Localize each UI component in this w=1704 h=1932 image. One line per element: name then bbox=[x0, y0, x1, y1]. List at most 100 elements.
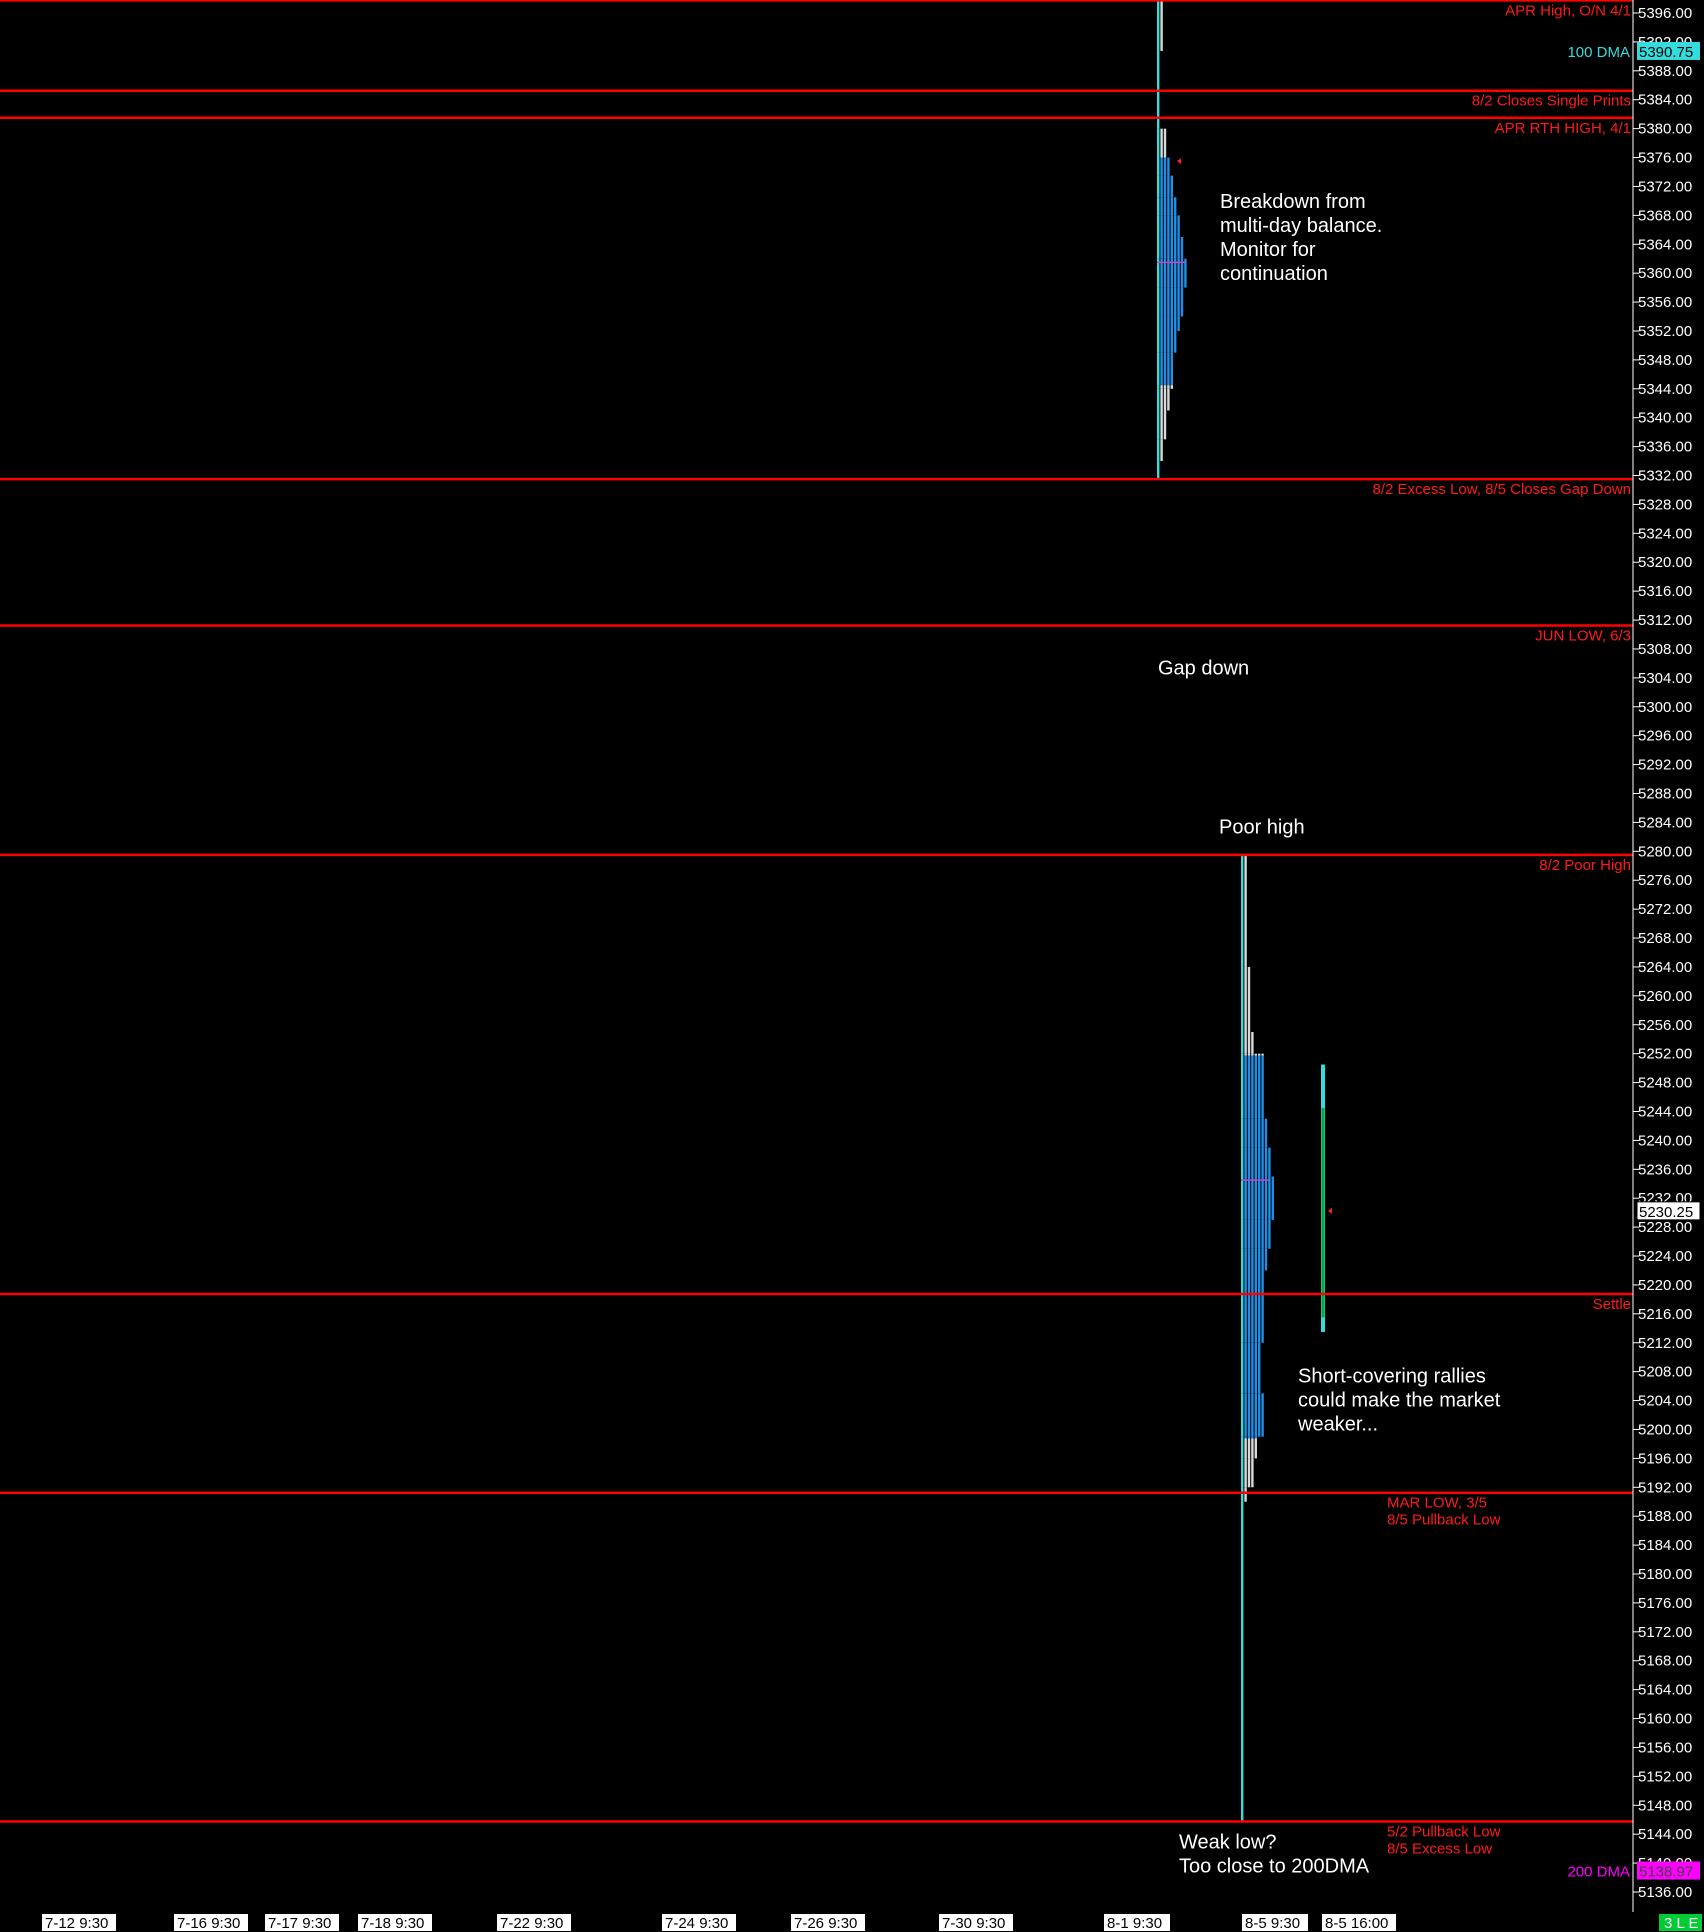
x-label-text: 7-24 9:30 bbox=[665, 1915, 728, 1932]
profile-bar bbox=[1177, 237, 1180, 259]
profile-bar bbox=[1157, 316, 1160, 331]
profile-bar bbox=[1251, 1219, 1254, 1249]
profile-bar bbox=[1163, 128, 1167, 158]
market-profile-chart[interactable]: APR High, O/N 4/1 8/2 Closes Single Print… bbox=[0, 0, 1704, 1932]
profile-bar bbox=[1167, 197, 1170, 216]
x-label-text: 7-30 9:30 bbox=[942, 1915, 1005, 1932]
profile-bar bbox=[1247, 1436, 1251, 1439]
profile-bar bbox=[1160, 439, 1163, 462]
profile-bar bbox=[1160, 385, 1163, 389]
y-tick-label: 5284.00 bbox=[1638, 814, 1692, 831]
profile-bar bbox=[1261, 1118, 1264, 1148]
profile-bar bbox=[1258, 1055, 1261, 1119]
profile-bar bbox=[1163, 237, 1167, 259]
profile-bar bbox=[1163, 352, 1167, 386]
profile-bar bbox=[1261, 1393, 1264, 1437]
profile-bar bbox=[1167, 157, 1170, 176]
y-tick-label: 5244.00 bbox=[1638, 1103, 1692, 1120]
profile-bar bbox=[1174, 316, 1177, 331]
profile-bar bbox=[1177, 287, 1180, 317]
profile-bar bbox=[1170, 352, 1173, 386]
profile-bar bbox=[1160, 330, 1163, 353]
y-tick-label: 5160.00 bbox=[1638, 1711, 1692, 1728]
profile-bar bbox=[1157, 157, 1160, 176]
y-tick-label: 5308.00 bbox=[1638, 641, 1692, 658]
profile-bar bbox=[1271, 1176, 1274, 1220]
price-axis[interactable]: 5396.005392.005388.005384.005380.005376.… bbox=[1632, 0, 1704, 1932]
profile-bar bbox=[1157, 352, 1160, 386]
profile-bar bbox=[1258, 1147, 1261, 1177]
profile-bar bbox=[1170, 215, 1173, 238]
time-axis[interactable]: 7-12 9:30 7-16 9:30 7-17 9:30 7-18 9:30 7-22… bbox=[0, 1912, 1704, 1932]
profile-bar bbox=[1163, 330, 1167, 353]
profile-bar bbox=[1157, 330, 1160, 353]
profile-bar bbox=[1170, 287, 1173, 317]
profile-bar bbox=[1247, 1055, 1251, 1119]
profile-bar bbox=[1167, 215, 1170, 238]
y-tick-label: 5144.00 bbox=[1638, 1826, 1692, 1843]
profile-bar bbox=[1254, 1176, 1257, 1220]
y-tick-label: 5236.00 bbox=[1638, 1161, 1692, 1178]
profile-bar bbox=[1170, 197, 1173, 216]
profile-bar bbox=[1177, 316, 1180, 331]
profile-bar bbox=[1247, 1393, 1251, 1437]
profile-bar bbox=[1167, 287, 1170, 317]
y-tick-label: 5200.00 bbox=[1638, 1421, 1692, 1438]
profile-bar bbox=[1241, 1487, 1244, 1502]
profile-bar bbox=[1247, 1176, 1251, 1220]
y-tick-label: 5388.00 bbox=[1638, 63, 1692, 80]
profile-bar bbox=[1167, 237, 1170, 259]
y-tick-label: 5180.00 bbox=[1638, 1566, 1692, 1583]
profile-bar bbox=[1254, 1438, 1257, 1459]
profile-bar bbox=[1167, 316, 1170, 331]
level-label: 5/2 Pullback Low bbox=[1387, 1824, 1501, 1841]
profile-bar bbox=[1157, 439, 1160, 462]
profile-bar bbox=[1174, 215, 1177, 238]
profile-bar bbox=[1163, 157, 1167, 176]
corner-tag: 3 L E bbox=[1659, 1914, 1702, 1932]
y-tick-label: 5172.00 bbox=[1638, 1624, 1692, 1641]
profile-bar bbox=[1264, 1248, 1268, 1271]
level-label: 8/2 Poor High bbox=[1539, 857, 1631, 874]
profile-bar bbox=[1244, 1487, 1247, 1502]
y-tick-label: 5320.00 bbox=[1638, 554, 1692, 571]
annotation: Poor high bbox=[1219, 816, 1305, 838]
profile-bar bbox=[1157, 128, 1160, 158]
profile-bar bbox=[1254, 1055, 1257, 1119]
y-tick-label: 5376.00 bbox=[1638, 150, 1692, 167]
profile-bar bbox=[1244, 966, 1247, 1032]
profile-bar bbox=[1244, 1053, 1247, 1056]
x-label-text: 7-26 9:30 bbox=[794, 1915, 857, 1932]
profile-bar bbox=[1170, 385, 1173, 389]
profile-bar bbox=[1251, 1270, 1254, 1343]
profile-bar bbox=[1254, 1393, 1257, 1437]
profile-bar bbox=[1167, 352, 1170, 386]
y-tick-label: 5384.00 bbox=[1638, 92, 1692, 109]
profile-bar bbox=[1241, 1248, 1244, 1271]
y-tick-label: 5252.00 bbox=[1638, 1046, 1692, 1063]
annotation-line: Gap down bbox=[1158, 657, 1249, 679]
y-tick-label: 5356.00 bbox=[1638, 294, 1692, 311]
x-label-text: 8-5 16:00 bbox=[1325, 1915, 1388, 1932]
y-tick-label: 5228.00 bbox=[1638, 1219, 1692, 1236]
profile-bar bbox=[1244, 1270, 1247, 1343]
profile-bar bbox=[1157, 237, 1160, 259]
profile-bar bbox=[1241, 1501, 1244, 1822]
price-tag-value: 5390.75 bbox=[1639, 44, 1693, 61]
level-label: MAR LOW, 3/5 bbox=[1387, 1495, 1487, 1512]
y-tick-label: 5152.00 bbox=[1638, 1768, 1692, 1785]
chart-background bbox=[0, 0, 1704, 1932]
level-label: APR RTH HIGH, 4/1 bbox=[1495, 120, 1631, 137]
x-label-text: 7-12 9:30 bbox=[45, 1915, 108, 1932]
y-tick-label: 5336.00 bbox=[1638, 439, 1692, 456]
profile-bar bbox=[1241, 1053, 1244, 1056]
profile-bar bbox=[1241, 1031, 1244, 1054]
profile-bar bbox=[1167, 388, 1170, 411]
profile-bar bbox=[1163, 197, 1167, 216]
level-label: APR High, O/N 4/1 bbox=[1505, 2, 1631, 19]
profile-bar bbox=[1163, 175, 1167, 198]
annotation-line: continuation bbox=[1220, 263, 1328, 285]
x-label: 7-30 9:30 bbox=[939, 1914, 1013, 1932]
profile-bar bbox=[1247, 1248, 1251, 1271]
y-tick-label: 5224.00 bbox=[1638, 1248, 1692, 1265]
